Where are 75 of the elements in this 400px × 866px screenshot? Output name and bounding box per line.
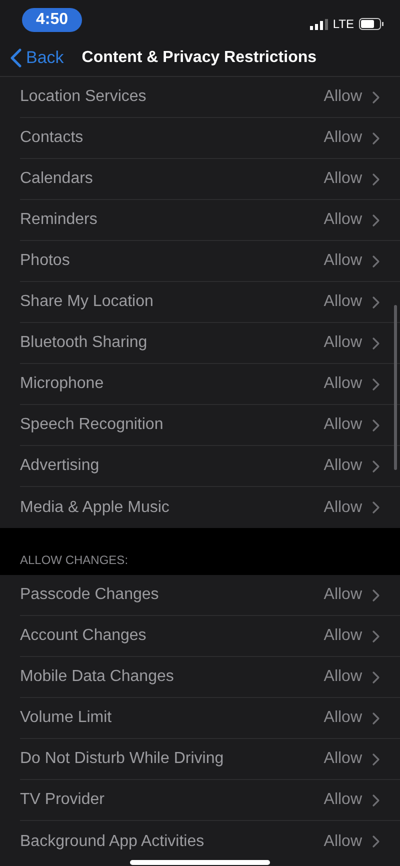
- row-value: Allow: [324, 170, 362, 188]
- chevron-right-icon: [372, 336, 380, 350]
- settings-row[interactable]: Reminders Allow: [20, 200, 400, 241]
- settings-row[interactable]: Do Not Disturb While Driving Allow: [20, 739, 400, 780]
- chevron-right-icon: [372, 378, 380, 390]
- row-label: Photos: [20, 252, 70, 270]
- row-label: Background App Activities: [20, 832, 204, 850]
- row-label: Calendars: [20, 170, 93, 188]
- row-label: Contacts: [20, 129, 84, 147]
- row-value: Allow: [324, 334, 362, 352]
- row-value: Allow: [324, 627, 362, 645]
- row-value: Allow: [324, 129, 362, 147]
- settings-row[interactable]: Location Services Allow: [20, 77, 400, 118]
- settings-row[interactable]: Passcode Changes Allow: [20, 575, 400, 616]
- chevron-right-icon: [372, 630, 380, 642]
- row-label: Do Not Disturb While Driving: [20, 750, 224, 768]
- chevron-right-icon: [372, 254, 380, 268]
- chevron-right-icon: [372, 752, 380, 766]
- settings-row[interactable]: Background App Activities Allow: [20, 821, 400, 862]
- settings-row[interactable]: Calendars Allow: [20, 159, 400, 200]
- chevron-right-icon: [372, 296, 380, 308]
- page-title: Content & Privacy Restrictions: [82, 49, 317, 68]
- chevron-right-icon: [372, 794, 380, 806]
- settings-row[interactable]: Media & Apple Music Allow: [20, 487, 400, 528]
- row-label: TV Provider: [20, 791, 104, 809]
- chevron-right-icon: [372, 460, 380, 472]
- row-label: Volume Limit: [20, 709, 112, 727]
- settings-row[interactable]: Contacts Allow: [20, 118, 400, 159]
- row-value: Allow: [324, 293, 362, 311]
- row-label: Share My Location: [20, 293, 154, 311]
- status-time: 4:50: [22, 8, 82, 32]
- row-label: Bluetooth Sharing: [20, 334, 148, 352]
- row-value: Allow: [324, 252, 362, 270]
- battery-icon: [359, 18, 384, 30]
- network-type: LTE: [332, 17, 354, 32]
- chevron-right-icon: [372, 835, 380, 848]
- row-value: Allow: [324, 791, 362, 809]
- row-value: Allow: [324, 750, 362, 768]
- row-value: Allow: [324, 416, 362, 434]
- section-header: ALLOW CHANGES:: [20, 553, 128, 567]
- chevron-left-icon: [10, 48, 22, 68]
- chevron-right-icon: [372, 418, 380, 432]
- row-value: Allow: [324, 832, 362, 850]
- chevron-right-icon: [372, 712, 380, 724]
- row-label: Media & Apple Music: [20, 498, 170, 516]
- row-label: Mobile Data Changes: [20, 668, 174, 686]
- row-value: Allow: [324, 498, 362, 516]
- row-value: Allow: [324, 375, 362, 393]
- chevron-right-icon: [372, 132, 380, 144]
- chevron-right-icon: [372, 670, 380, 684]
- row-label: Account Changes: [20, 627, 146, 645]
- settings-row[interactable]: Volume Limit Allow: [20, 698, 400, 739]
- chevron-right-icon: [372, 588, 380, 602]
- row-value: Allow: [324, 668, 362, 686]
- settings-row[interactable]: Mobile Data Changes Allow: [20, 657, 400, 698]
- row-label: Advertising: [20, 457, 100, 475]
- row-value: Allow: [324, 457, 362, 475]
- chevron-right-icon: [372, 172, 380, 186]
- row-value: Allow: [324, 586, 362, 604]
- row-label: Location Services: [20, 88, 146, 106]
- row-label: Speech Recognition: [20, 416, 164, 434]
- row-value: Allow: [324, 709, 362, 727]
- back-button[interactable]: Back: [10, 48, 64, 68]
- signal-icon: [310, 18, 328, 30]
- row-label: Microphone: [20, 375, 104, 393]
- settings-row[interactable]: Account Changes Allow: [20, 616, 400, 657]
- row-value: Allow: [324, 211, 362, 229]
- row-value: Allow: [324, 88, 362, 106]
- chevron-right-icon: [372, 90, 380, 104]
- chevron-right-icon: [372, 214, 380, 226]
- chevron-right-icon: [372, 501, 380, 514]
- row-label: Reminders: [20, 211, 98, 229]
- row-label: Passcode Changes: [20, 586, 159, 604]
- settings-row[interactable]: TV Provider Allow: [20, 780, 400, 821]
- settings-row[interactable]: Photos Allow: [20, 241, 400, 282]
